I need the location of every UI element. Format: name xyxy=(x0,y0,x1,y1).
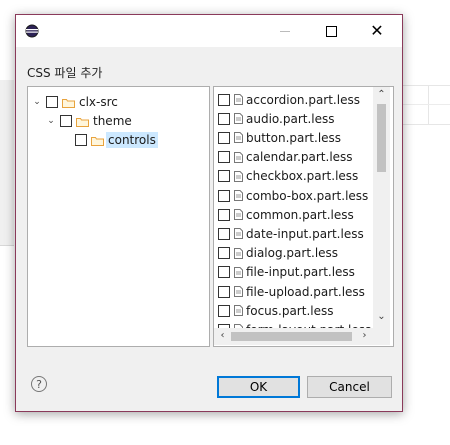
file-name: file-upload.part.less xyxy=(246,284,365,299)
file-list-item[interactable]: focus.part.less xyxy=(218,301,333,320)
folder-icon xyxy=(62,97,75,108)
tree-item-checkbox[interactable] xyxy=(60,114,72,127)
file-name: common.part.less xyxy=(246,207,354,222)
maximize-button[interactable] xyxy=(308,15,354,47)
file-name: combo-box.part.less xyxy=(246,188,369,203)
file-name: calendar.part.less xyxy=(246,150,353,165)
file-list-item[interactable]: dialog.part.less xyxy=(218,244,338,263)
scroll-up-icon[interactable]: ⌃ xyxy=(373,89,390,100)
file-name: accordion.part.less xyxy=(246,92,360,107)
file-icon xyxy=(234,228,243,240)
horizontal-scrollbar[interactable]: ‹ › xyxy=(214,328,373,345)
help-icon[interactable]: ? xyxy=(31,376,47,392)
folder-icon xyxy=(76,116,89,127)
file-checkbox[interactable] xyxy=(218,304,230,317)
folder-tree[interactable]: ⌄ clx-src ⌄ theme controls xyxy=(27,86,210,347)
chevron-down-icon[interactable]: ⌄ xyxy=(32,97,42,107)
file-name: checkbox.part.less xyxy=(246,169,359,184)
file-list-item[interactable]: date-input.part.less xyxy=(218,224,364,243)
file-checkbox[interactable] xyxy=(218,266,230,279)
file-icon xyxy=(234,209,243,221)
scroll-corner xyxy=(373,328,390,345)
tree-item-label: clx-src xyxy=(79,94,118,109)
file-checkbox[interactable] xyxy=(218,151,230,164)
file-icon xyxy=(234,113,243,125)
file-name: button.part.less xyxy=(246,130,342,145)
file-checkbox[interactable] xyxy=(218,93,230,106)
file-list-item[interactable]: combo-box.part.less xyxy=(218,186,368,205)
tree-item-label: controls xyxy=(106,131,158,148)
close-icon: ✕ xyxy=(370,21,384,40)
vertical-scrollbar[interactable]: ⌃ ⌄ xyxy=(373,87,390,328)
file-checkbox[interactable] xyxy=(218,112,230,125)
file-name: date-input.part.less xyxy=(246,226,364,241)
scroll-right-icon[interactable]: › xyxy=(356,330,373,341)
scroll-left-icon[interactable]: ‹ xyxy=(214,330,231,341)
tree-item[interactable]: ⌄ clx-src xyxy=(32,92,118,111)
file-list[interactable]: accordion.part.less audio.part.less button… xyxy=(213,86,394,347)
add-css-file-dialog: ✕ CSS 파일 추가 ⌄ clx-src ⌄ theme controls accor… xyxy=(15,14,403,412)
file-name: file-input.part.less xyxy=(246,265,355,280)
file-checkbox[interactable] xyxy=(218,227,230,240)
file-name: audio.part.less xyxy=(246,111,335,126)
file-list-item[interactable]: file-input.part.less xyxy=(218,263,355,282)
file-icon xyxy=(234,286,243,297)
file-checkbox[interactable] xyxy=(218,247,230,260)
file-name: dialog.part.less xyxy=(246,246,339,261)
close-button[interactable]: ✕ xyxy=(354,15,400,47)
file-list-item[interactable]: checkbox.part.less xyxy=(218,167,358,186)
cancel-button[interactable]: Cancel xyxy=(307,376,392,398)
file-icon xyxy=(234,151,243,163)
tree-item[interactable]: ⌄ theme xyxy=(46,111,132,130)
file-list-item[interactable]: accordion.part.less xyxy=(218,90,360,109)
file-list-item[interactable]: file-upload.part.less xyxy=(218,282,365,301)
background-panel xyxy=(0,80,14,246)
file-list-item[interactable]: button.part.less xyxy=(218,128,341,147)
file-icon xyxy=(234,247,243,259)
horizontal-scroll-thumb[interactable] xyxy=(231,332,352,341)
folder-icon xyxy=(91,135,104,146)
file-icon xyxy=(234,132,243,144)
file-list-item[interactable]: calendar.part.less xyxy=(218,148,353,167)
file-list-item[interactable]: audio.part.less xyxy=(218,109,335,128)
file-checkbox[interactable] xyxy=(218,131,230,144)
file-icon xyxy=(234,170,243,182)
minimize-button[interactable] xyxy=(262,15,308,47)
minimize-icon xyxy=(280,30,290,32)
scroll-down-icon[interactable]: ⌄ xyxy=(373,311,390,322)
file-name: focus.part.less xyxy=(246,303,334,318)
file-icon xyxy=(234,94,243,105)
title-bar: ✕ xyxy=(16,15,402,47)
file-checkbox[interactable] xyxy=(218,208,230,221)
file-list-item[interactable]: common.part.less xyxy=(218,205,354,224)
tree-item-checkbox[interactable] xyxy=(46,95,58,108)
file-checkbox[interactable] xyxy=(218,170,230,183)
file-icon xyxy=(234,190,243,201)
tree-item-checkbox[interactable] xyxy=(75,133,87,146)
ok-button[interactable]: OK xyxy=(217,376,300,398)
maximize-icon xyxy=(325,25,337,37)
tree-item[interactable]: controls xyxy=(61,130,158,149)
tree-item-label: theme xyxy=(93,113,132,128)
dialog-heading: CSS 파일 추가 xyxy=(27,66,103,80)
eclipse-icon xyxy=(25,24,39,38)
file-checkbox[interactable] xyxy=(218,189,230,202)
chevron-down-icon[interactable]: ⌄ xyxy=(46,116,56,126)
file-icon xyxy=(234,305,243,317)
file-icon xyxy=(234,266,243,278)
file-checkbox[interactable] xyxy=(218,285,230,298)
vertical-scroll-thumb[interactable] xyxy=(377,104,386,172)
